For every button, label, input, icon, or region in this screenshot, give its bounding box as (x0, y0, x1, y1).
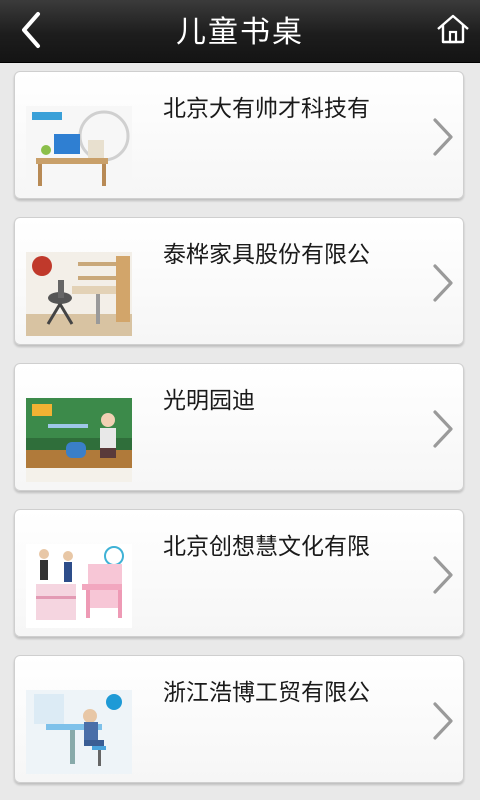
chevron-right-icon (433, 118, 453, 156)
list-item[interactable]: 泰桦家具股份有限公 (14, 217, 464, 345)
chevron-right-icon (433, 702, 453, 740)
item-title: 泰桦家具股份有限公 (163, 242, 370, 268)
item-title: 浙江浩博工贸有限公 (163, 680, 370, 706)
item-title: 北京大有帅才科技有 (163, 96, 370, 122)
chevron-right-icon (433, 410, 453, 448)
desk-product-photo-1 (26, 106, 132, 190)
chevron-right-icon (433, 556, 453, 594)
list-item[interactable]: 光明园迪 (14, 363, 464, 491)
top-bar: 儿童书桌 (0, 0, 480, 63)
list-item[interactable]: 北京大有帅才科技有 (14, 71, 464, 199)
home-icon (437, 14, 469, 44)
item-title: 北京创想慧文化有限 (163, 534, 370, 560)
desk-product-photo-2 (26, 252, 132, 336)
desk-product-photo-5 (26, 690, 132, 774)
item-title: 光明园迪 (163, 388, 255, 414)
chevron-right-icon (433, 264, 453, 302)
home-button[interactable] (436, 12, 470, 46)
page-title: 儿童书桌 (176, 15, 304, 50)
desk-product-photo-4 (26, 544, 132, 628)
desk-product-photo-3 (26, 398, 132, 482)
list-item[interactable]: 浙江浩博工贸有限公 (14, 655, 464, 783)
list-item[interactable]: 北京创想慧文化有限 (14, 509, 464, 637)
